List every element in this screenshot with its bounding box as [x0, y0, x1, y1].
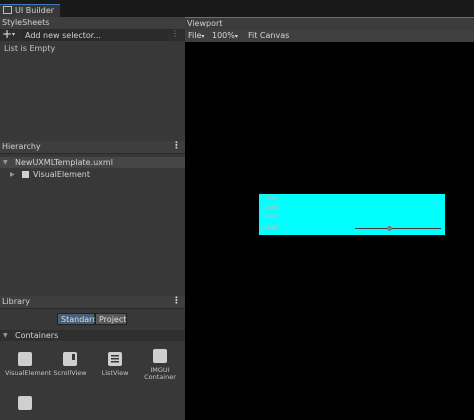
library-item-more[interactable]: [5, 396, 45, 414]
add-selector-input[interactable]: Add new selector...: [22, 30, 168, 41]
canvas-label[interactable]: Label: [261, 195, 277, 202]
add-stylesheet-button[interactable]: +: [2, 27, 12, 41]
stylesheets-header: StyleSheets: [0, 17, 185, 30]
hierarchy-menu-button[interactable]: ⋮: [172, 141, 181, 151]
tab-standard[interactable]: Standard: [57, 313, 97, 325]
ui-builder-tab-label: UI Builder: [15, 6, 55, 15]
library-item-scrollview[interactable]: ScrollView: [50, 352, 90, 377]
listview-icon: [108, 352, 122, 366]
library-item-label: ScrollView: [53, 369, 87, 377]
hierarchy-title: Hierarchy: [2, 142, 41, 151]
library-item-visualelement[interactable]: VisualElement: [5, 352, 51, 377]
viewport-toolbar: File▾ 100%▾ Fit Canvas: [185, 30, 474, 42]
chevron-down-icon: ▾: [234, 33, 238, 40]
selector-more-button[interactable]: ⋮: [171, 29, 179, 38]
scrollview-icon: [63, 352, 77, 366]
containers-section-header[interactable]: ▼ Containers: [0, 330, 185, 341]
ui-builder-tab[interactable]: UI Builder: [0, 4, 60, 18]
imgui-container-icon: [153, 349, 167, 363]
zoom-dropdown[interactable]: 100%▾: [209, 30, 241, 42]
stylesheets-empty-text: List is Empty: [4, 44, 56, 53]
fit-canvas-button[interactable]: Fit Canvas: [245, 30, 292, 42]
file-menu-label: File: [188, 31, 202, 40]
viewport-header: Viewport: [185, 17, 474, 30]
window-icon: [3, 6, 12, 14]
stylesheets-toolbar: + ▾ Add new selector... ⋮: [0, 27, 185, 41]
stylesheets-title: StyleSheets: [2, 18, 50, 27]
chevron-down-icon: ▾: [201, 33, 205, 40]
hierarchy-row-visualelement[interactable]: ▶ VisualElement: [0, 169, 185, 180]
hierarchy-row-root[interactable]: ▼ NewUXMLTemplate.uxml: [0, 157, 185, 168]
library-header: Library ⋮: [0, 296, 185, 309]
canvas-label[interactable]: Label: [261, 204, 277, 211]
canvas-slider-handle[interactable]: [386, 226, 392, 231]
file-menu-button[interactable]: File▾: [185, 30, 207, 42]
viewport-title: Viewport: [187, 19, 223, 28]
add-dropdown-icon[interactable]: ▾: [12, 31, 15, 38]
library-tabs: Standard Project: [0, 313, 185, 328]
zoom-value: 100%: [212, 31, 235, 40]
hierarchy-header: Hierarchy ⋮: [0, 141, 185, 154]
visualelement-icon: [22, 171, 29, 178]
hierarchy-child-label: VisualElement: [33, 170, 91, 179]
expand-arrow-icon[interactable]: ▼: [3, 159, 8, 166]
library-item-label: IMGUI Container: [144, 366, 176, 381]
library-menu-button[interactable]: ⋮: [172, 296, 181, 306]
canvas-slider-label[interactable]: Label: [261, 224, 277, 231]
collapse-arrow-icon[interactable]: ▶: [10, 171, 15, 178]
element-icon: [18, 396, 32, 410]
library-item-imgui-container[interactable]: IMGUI Container: [140, 349, 180, 381]
canvas-label[interactable]: Label: [261, 213, 277, 220]
tab-project[interactable]: Project: [95, 313, 127, 325]
library-item-listview[interactable]: ListView: [95, 352, 135, 377]
containers-label: Containers: [15, 331, 59, 340]
canvas-document[interactable]: Label Label Label Label: [259, 194, 445, 235]
visualelement-icon: [18, 352, 32, 366]
library-item-label: ListView: [101, 369, 129, 377]
canvas-slider-track[interactable]: [355, 228, 441, 229]
library-item-label: VisualElement: [5, 369, 52, 377]
editor-tab-strip: [0, 0, 474, 17]
library-title: Library: [2, 297, 30, 306]
hierarchy-root-label: NewUXMLTemplate.uxml: [15, 158, 113, 167]
expand-arrow-icon[interactable]: ▼: [3, 332, 8, 339]
